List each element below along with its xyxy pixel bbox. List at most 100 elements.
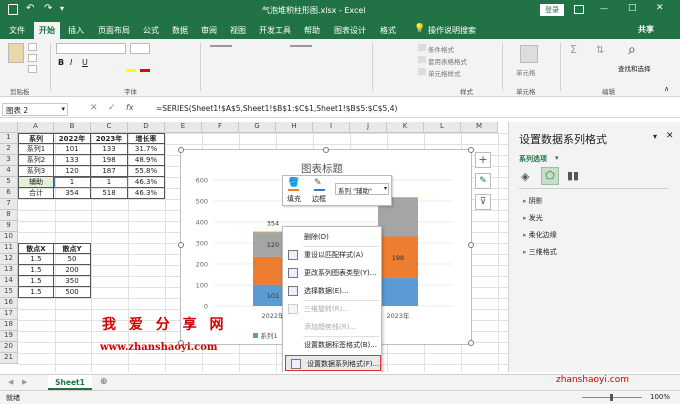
outline-pen-icon[interactable]: ✎ bbox=[314, 178, 322, 188]
column-header[interactable]: A bbox=[18, 122, 54, 133]
row-header[interactable]: 6 bbox=[0, 188, 18, 199]
table-cell[interactable]: 101 bbox=[54, 144, 91, 155]
find-select-icon[interactable]: ⌕ bbox=[628, 42, 636, 58]
chart-elements-button[interactable]: + bbox=[475, 152, 491, 168]
chart-filters-button[interactable]: ⊽ bbox=[475, 194, 491, 210]
table-cell[interactable]: 31.7% bbox=[128, 144, 165, 155]
cell-style-button[interactable]: 单元格样式 bbox=[428, 68, 461, 78]
pane-section[interactable]: ▸ 发光 bbox=[523, 213, 543, 223]
italic-button[interactable]: I bbox=[70, 58, 72, 67]
cell-style-icon[interactable] bbox=[418, 68, 426, 75]
table-cell[interactable]: 350 bbox=[54, 276, 91, 287]
ribbon-display-icon[interactable] bbox=[574, 5, 584, 14]
row-header[interactable]: 4 bbox=[0, 166, 18, 177]
table-cell[interactable]: 187 bbox=[91, 166, 128, 177]
row-header[interactable]: 1 bbox=[0, 133, 18, 144]
row-header[interactable]: 14 bbox=[0, 276, 18, 287]
table-header[interactable]: 散点X bbox=[18, 243, 54, 254]
cells-icon[interactable] bbox=[520, 45, 538, 63]
resize-handle[interactable] bbox=[178, 242, 184, 248]
percent-icon[interactable] bbox=[290, 45, 312, 59]
context-menu-item[interactable]: 删除(D) bbox=[283, 229, 383, 245]
column-header[interactable]: D bbox=[128, 122, 165, 133]
table-header[interactable]: 系列 bbox=[18, 133, 54, 144]
context-menu-item[interactable]: 设置数据标签格式(B)... bbox=[283, 337, 383, 353]
worksheet-grid[interactable]: ABCDEFGHIJKLM 1 2 3 4 5 6 7 8 9 10 11 12 13 14 15 16 17 1… bbox=[0, 122, 508, 372]
table-header[interactable]: 增长率 bbox=[128, 133, 165, 144]
tab-home[interactable]: 开始 bbox=[34, 22, 60, 39]
chevron-down-icon[interactable]: ▾ bbox=[61, 105, 65, 113]
outline-label[interactable]: 边框 bbox=[312, 194, 326, 204]
font-color-icon[interactable] bbox=[140, 69, 150, 72]
pane-close-icon[interactable]: ✕ bbox=[666, 131, 674, 141]
table-cell[interactable]: 50 bbox=[54, 254, 91, 265]
share-button[interactable]: 共享 bbox=[638, 24, 654, 35]
table-cell[interactable]: 系列3 bbox=[18, 166, 54, 177]
context-menu-item[interactable]: 选择数据(E)... bbox=[283, 283, 383, 299]
resize-handle[interactable] bbox=[468, 340, 474, 346]
tab-view[interactable]: 视图 bbox=[230, 25, 246, 36]
row-header[interactable]: 11 bbox=[0, 243, 18, 254]
table-cell[interactable]: 辅助 bbox=[18, 177, 54, 188]
enter-icon[interactable]: ✓ bbox=[108, 103, 116, 113]
fill-label[interactable]: 填充 bbox=[287, 194, 301, 204]
tab-chart-design[interactable]: 图表设计 bbox=[334, 25, 366, 36]
align-icon[interactable] bbox=[210, 45, 232, 59]
maximize-button[interactable]: □ bbox=[628, 3, 637, 13]
tab-help[interactable]: 帮助 bbox=[304, 25, 320, 36]
format-painter-icon[interactable] bbox=[28, 65, 37, 73]
resize-handle[interactable] bbox=[468, 147, 474, 153]
row-header[interactable]: 10 bbox=[0, 232, 18, 243]
table-cell[interactable]: 200 bbox=[54, 265, 91, 276]
row-header[interactable]: 2 bbox=[0, 144, 18, 155]
row-header[interactable]: 3 bbox=[0, 155, 18, 166]
row-header[interactable]: 21 bbox=[0, 353, 18, 364]
cut-icon[interactable] bbox=[28, 43, 37, 51]
fill-color-icon[interactable] bbox=[126, 69, 136, 72]
chevron-down-icon[interactable]: ▾ bbox=[555, 154, 559, 162]
fill-bucket-icon[interactable]: 🪣 bbox=[288, 178, 299, 188]
row-header[interactable]: 18 bbox=[0, 320, 18, 331]
table-cell[interactable]: 46.3% bbox=[128, 177, 165, 188]
tab-format[interactable]: 格式 bbox=[380, 25, 396, 36]
row-header[interactable]: 8 bbox=[0, 210, 18, 221]
row-header[interactable]: 5 bbox=[0, 177, 18, 188]
tab-developer[interactable]: 开发工具 bbox=[259, 25, 291, 36]
table-cell[interactable]: 133 bbox=[54, 155, 91, 166]
redo-icon[interactable]: ↷ bbox=[44, 3, 52, 14]
table-cell[interactable]: 133 bbox=[91, 144, 128, 155]
cancel-icon[interactable]: ✕ bbox=[90, 103, 98, 113]
chart-styles-button[interactable]: ✎ bbox=[475, 173, 491, 189]
save-icon[interactable] bbox=[8, 4, 18, 15]
tab-review[interactable]: 审阅 bbox=[201, 25, 217, 36]
column-header[interactable]: C bbox=[91, 122, 128, 133]
bold-button[interactable]: B bbox=[58, 58, 64, 67]
underline-button[interactable]: U bbox=[82, 58, 88, 67]
table-cell[interactable]: 48.9% bbox=[128, 155, 165, 166]
resize-handle[interactable] bbox=[178, 147, 184, 153]
row-header[interactable]: 9 bbox=[0, 221, 18, 232]
customize-qat-icon[interactable]: ▾ bbox=[60, 4, 64, 13]
series-select-dropdown[interactable]: 系列 "辅助" ▾ bbox=[335, 183, 389, 195]
table-cell[interactable]: 518 bbox=[91, 188, 128, 199]
column-header[interactable]: I bbox=[313, 122, 350, 133]
pane-options-icon[interactable]: ▾ bbox=[653, 132, 657, 141]
row-header[interactable]: 19 bbox=[0, 331, 18, 342]
table-cell[interactable]: 55.8% bbox=[128, 166, 165, 177]
minimize-button[interactable]: — bbox=[600, 4, 608, 13]
row-header[interactable]: 7 bbox=[0, 199, 18, 210]
column-header[interactable]: H bbox=[276, 122, 313, 133]
tell-me-search[interactable]: 操作说明搜索 bbox=[428, 25, 476, 36]
table-cell[interactable]: 500 bbox=[54, 287, 91, 298]
login-button[interactable]: 登录 bbox=[540, 4, 564, 16]
sheet-tab-sheet1[interactable]: Sheet1 bbox=[48, 375, 92, 390]
undo-icon[interactable]: ↶ bbox=[26, 3, 34, 14]
column-header[interactable]: G bbox=[239, 122, 276, 133]
font-size-box[interactable] bbox=[130, 43, 150, 54]
row-header[interactable]: 12 bbox=[0, 254, 18, 265]
paste-icon[interactable] bbox=[8, 43, 24, 63]
column-header[interactable]: F bbox=[202, 122, 239, 133]
tab-data[interactable]: 数据 bbox=[172, 25, 188, 36]
table-cell[interactable]: 198 bbox=[91, 155, 128, 166]
tab-insert[interactable]: 插入 bbox=[68, 25, 84, 36]
